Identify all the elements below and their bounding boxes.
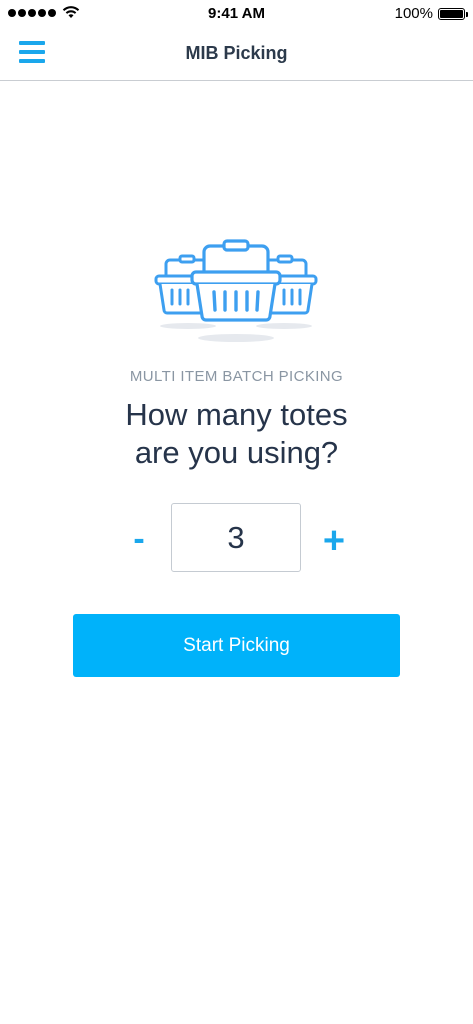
status-bar: 9:41 AM 100% <box>0 0 473 28</box>
section-subtitle: MULTI ITEM BATCH PICKING <box>129 368 344 385</box>
navigation-bar: MIB Picking <box>0 28 473 81</box>
battery-icon <box>438 8 468 20</box>
tote-quantity-field[interactable]: 3 <box>171 503 301 572</box>
battery-percentage: 100% <box>394 5 433 22</box>
question-heading-line-1: How many totes <box>125 397 348 432</box>
totes-baskets-icon <box>154 239 318 342</box>
decrement-button[interactable]: - <box>124 516 154 562</box>
question-heading: How many totes are you using? <box>0 396 473 472</box>
increment-button[interactable]: + <box>318 518 350 564</box>
question-heading-line-2: are you using? <box>134 435 339 470</box>
page-title: MIB Picking <box>185 43 288 63</box>
start-picking-button[interactable]: Start Picking <box>73 614 400 677</box>
